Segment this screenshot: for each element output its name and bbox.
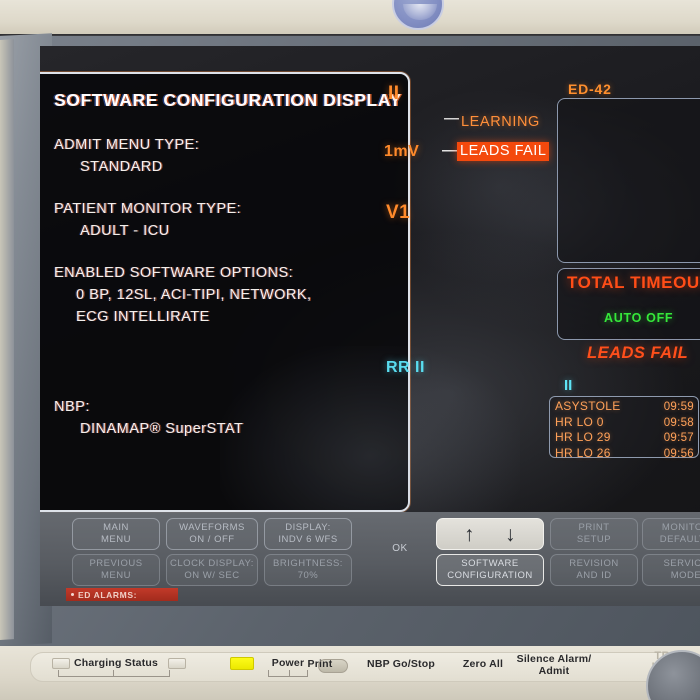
softkey-clock-display[interactable]: CLOCK DISPLAY: ON W/ SEC	[166, 554, 258, 586]
softkey-display-format[interactable]: DISPLAY: INDV 6 WFS	[264, 518, 352, 550]
softkey-label-line2: MENU	[101, 570, 131, 581]
softkey-label-line1: MAIN	[103, 522, 129, 533]
softkey-label-line1: SERVICE	[663, 558, 700, 569]
silence-alarm-label-line2: Admit	[538, 665, 570, 677]
patient-monitor-type-value: ADULT - ICU	[80, 223, 170, 239]
softkey-revision-and-id[interactable]: REVISION AND ID	[550, 554, 638, 586]
alarm-list-item: HR LO 29 09:57	[555, 430, 694, 446]
alarm-event-time: 09:59	[663, 401, 694, 413]
softkey-monitor-defaults[interactable]: MONITOR DEFAULTS	[642, 518, 700, 550]
resp-lead-label: RR II	[386, 359, 425, 376]
learning-cal-dash-icon: —	[444, 110, 459, 127]
total-timeout-text: TOTAL TIMEOUT	[567, 273, 700, 292]
ed-alarms-status-bar[interactable]: ED ALARMS:	[66, 588, 178, 601]
unit-status-panel	[557, 98, 700, 263]
charging-led-right	[168, 658, 186, 669]
alarm-event-time: 09:58	[663, 416, 694, 429]
leads-fail-cal-dash-icon: —	[442, 142, 457, 159]
softkey-label-line2: DEFAULTS	[659, 534, 700, 545]
softkey-print-setup[interactable]: PRINT SETUP	[550, 518, 638, 550]
alarm-list-item: ASYSTOLE 09:59	[555, 399, 694, 415]
admit-menu-type-label: ADMIT MENU TYPE:	[54, 137, 200, 153]
alarm-event-time: 09:56	[663, 447, 694, 460]
zero-all-label: Zero All	[462, 658, 504, 670]
software-configuration-dialog: SOFTWARE CONFIGURATION DISPLAY ADMIT MEN…	[40, 72, 410, 512]
ed-alarms-label: ED ALARMS:	[78, 589, 138, 600]
leads-fail-alarm-text: LEADS FAIL	[587, 344, 689, 362]
alarm-event-list[interactable]: ASYSTOLE 09:59 HR LO 0 09:58 HR LO 29 09…	[549, 396, 699, 460]
trend-lead-label: II	[564, 377, 573, 394]
softkey-software-configuration[interactable]: SOFTWARE CONFIGURATION	[436, 554, 544, 586]
top-bezel	[0, 0, 700, 36]
alarm-list-item: HR LO 26 09:56	[555, 446, 694, 462]
unit-id-label: ED-42	[568, 81, 612, 97]
alarm-event-name: ASYSTOLE	[555, 399, 621, 413]
charging-status-label: Charging Status	[73, 657, 159, 669]
dialog-title: SOFTWARE CONFIGURATION DISPLAY	[54, 90, 402, 110]
enabled-software-options-label: ENABLED SOFTWARE OPTIONS:	[54, 265, 294, 281]
softkey-label-line1: WAVEFORMS	[179, 522, 245, 533]
softkey-label-line1: SOFTWARE	[461, 558, 519, 569]
admit-menu-type-value: STANDARD	[80, 159, 163, 175]
softkey-previous-menu[interactable]: PREVIOUS MENU	[72, 554, 160, 586]
monitor-photo: SOFTWARE CONFIGURATION DISPLAY ADMIT MEN…	[0, 0, 700, 700]
softkey-label-line2: MODE	[670, 570, 700, 581]
softkey-waveforms-on-off[interactable]: WAVEFORMS ON / OFF	[166, 518, 258, 550]
softkey-label-line1: BRIGHTNESS:	[273, 558, 343, 569]
power-led	[230, 657, 254, 670]
ecg-scale-label: 1mV	[384, 143, 420, 160]
softkey-scroll-arrows[interactable]: ↑ ↓	[436, 518, 544, 550]
alarm-event-time: 09:57	[663, 432, 694, 444]
silence-alarm-label-line1: Silence Alarm/	[516, 653, 592, 665]
softkey-service-mode[interactable]: SERVICE MODE	[642, 554, 700, 586]
softkey-main-menu[interactable]: MAIN MENU	[72, 518, 160, 550]
arrow-down-icon: ↓	[505, 522, 516, 546]
nbp-label: NBP:	[54, 399, 90, 415]
charging-gauge	[58, 670, 170, 677]
softkey-label-line2: ON W/ SEC	[184, 570, 240, 581]
ecg-lead-v1-label: V1	[386, 202, 411, 223]
softkey-label-line2: MENU	[101, 534, 131, 545]
softkey-label-line1: CLOCK DISPLAY:	[170, 558, 254, 569]
leads-fail-banner: LEADS FAIL	[457, 142, 550, 161]
learning-status-text: LEARNING	[461, 114, 540, 130]
auto-off-status: AUTO OFF	[604, 311, 674, 325]
power-gauge	[268, 670, 308, 677]
software-options-line-2: ECG INTELLIRATE	[76, 309, 210, 325]
nbp-go-stop-label: NBP Go/Stop	[367, 658, 435, 670]
softkey-brightness[interactable]: BRIGHTNESS: 70%	[264, 554, 352, 586]
alarm-event-name: HR LO 0	[555, 414, 604, 429]
alarm-list-item: HR LO 0 09:58	[555, 415, 694, 431]
alarm-event-name: HR LO 29	[555, 430, 611, 444]
softkey-ok[interactable]: OK	[370, 534, 430, 564]
softkey-label-line2: AND ID	[576, 570, 612, 581]
nbp-value: DINAMAP® SuperSTAT	[80, 421, 244, 437]
softkey-label-line2: INDV 6 WFS	[278, 534, 338, 545]
print-label: Print	[307, 658, 333, 670]
alarm-bullet-icon	[71, 593, 74, 596]
softkey-label-line1: PRINT	[578, 522, 610, 533]
softkey-label-line1: DISPLAY:	[285, 522, 331, 533]
softkey-label-line2: 70%	[297, 570, 319, 581]
arrow-up-icon: ↑	[464, 522, 475, 546]
softkey-label-line1: OK	[392, 543, 408, 554]
softkey-label-line1: REVISION	[569, 558, 619, 569]
monitor-left-edge	[0, 39, 14, 640]
softkey-label-line2: CONFIGURATION	[447, 570, 533, 581]
ecg-lead-ii-label: II	[388, 83, 400, 104]
patient-monitor-type-label: PATIENT MONITOR TYPE:	[54, 201, 242, 217]
alarm-event-name: HR LO 26	[555, 445, 611, 460]
softkey-label-line2: ON / OFF	[189, 534, 235, 545]
softkey-label-line2: SETUP	[576, 534, 612, 545]
software-options-line-1: 0 BP, 12SL, ACI-TIPI, NETWORK,	[76, 287, 312, 303]
softkey-label-line1: PREVIOUS	[89, 558, 143, 569]
softkey-label-line1: MONITOR	[661, 522, 700, 533]
